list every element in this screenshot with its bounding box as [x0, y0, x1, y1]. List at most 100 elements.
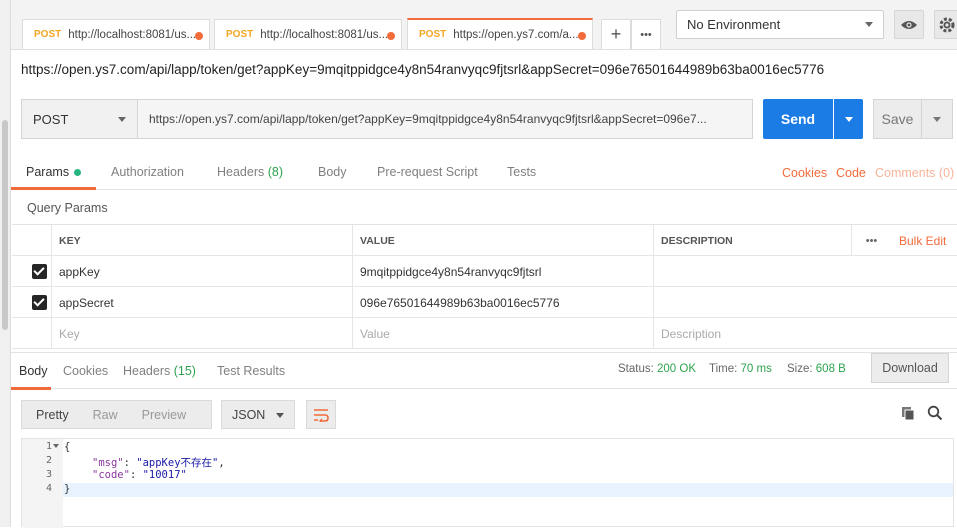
response-tab-test-results[interactable]: Test Results [217, 364, 285, 378]
response-headers-label: Headers [123, 364, 171, 378]
tab-params-label: Params [26, 165, 70, 179]
comments-link[interactable]: Comments (0) [875, 166, 954, 180]
request-tab-1[interactable]: POST http://localhost:8081/us... [22, 19, 210, 49]
query-params-title: Query Params [27, 201, 108, 215]
table-header-row: KEY VALUE DESCRIPTION ••• Bulk Edit [12, 225, 957, 256]
headers-count: (8) [267, 165, 284, 179]
size-value: 608 B [815, 363, 846, 375]
new-param-description-input[interactable]: Description [653, 318, 957, 349]
url-input[interactable]: https://open.ys7.com/api/lapp/token/get?… [138, 99, 753, 139]
chevron-down-icon [276, 413, 284, 418]
tab-prerequest-script[interactable]: Pre-request Script [377, 165, 478, 179]
environment-selected-label: No Environment [687, 17, 781, 32]
table-row: appKey 9mqitppidgce4y8n54ranvyqc9fjtsrl [12, 256, 957, 287]
send-button[interactable]: Send [763, 99, 833, 139]
eye-icon [901, 20, 917, 29]
raw-button[interactable]: Raw [93, 408, 118, 422]
response-tab-cookies[interactable]: Cookies [63, 364, 108, 378]
wrap-lines-button[interactable] [306, 400, 336, 429]
left-panel-scrollbar[interactable] [0, 0, 11, 527]
copy-icon [902, 407, 915, 421]
tab-method: POST [226, 29, 254, 40]
tab-authorization[interactable]: Authorization [111, 165, 184, 179]
scrollbar-thumb[interactable] [2, 120, 8, 330]
param-enabled-checkbox[interactable] [32, 295, 47, 310]
fold-caret-icon[interactable] [53, 444, 59, 448]
chevron-down-icon [865, 22, 873, 27]
tab-options-button[interactable]: ••• [631, 19, 661, 49]
unsaved-dot-icon [387, 32, 395, 40]
save-options-button[interactable] [921, 99, 953, 139]
code-line-4: } [64, 483, 71, 495]
param-value-cell[interactable]: 9mqitppidgce4y8n54ranvyqc9fjtsrl [352, 256, 654, 287]
search-icon [927, 405, 943, 421]
gear-icon [939, 17, 955, 32]
format-type-select[interactable]: JSON [221, 400, 295, 429]
line-number: 1 [45, 441, 52, 452]
response-tab-body[interactable]: Body [19, 364, 48, 378]
param-key-cell[interactable]: appKey [51, 256, 353, 287]
request-tab-3-active[interactable]: POST https://open.ys7.com/a... [407, 18, 593, 49]
request-tab-2[interactable]: POST http://localhost:8081/us... [214, 19, 402, 49]
environment-quick-look-button[interactable] [894, 10, 924, 39]
method-label: POST [33, 111, 69, 127]
new-tab-button[interactable]: + [601, 19, 631, 49]
environment-select[interactable]: No Environment [676, 10, 884, 39]
json-key: "code" [92, 469, 130, 481]
code-link[interactable]: Code [836, 166, 866, 180]
active-tab-indicator [11, 187, 96, 190]
code-line-1: { [64, 441, 71, 453]
response-format-group: Pretty Raw Preview [21, 400, 212, 429]
tab-headers-label: Headers [217, 165, 265, 179]
response-tab-headers[interactable]: Headers (15) [123, 364, 196, 378]
table-row-new: Key Value Description [12, 318, 957, 349]
status-label: Status: [618, 363, 654, 375]
tab-url: https://open.ys7.com/a... [453, 28, 579, 41]
chevron-down-icon [844, 116, 853, 122]
response-status: Status: 200 OK [618, 363, 696, 375]
cookies-link[interactable]: Cookies [782, 166, 827, 180]
download-button[interactable]: Download [871, 353, 949, 383]
tab-tests[interactable]: Tests [507, 165, 536, 179]
copy-response-button[interactable] [901, 406, 916, 424]
new-param-key-input[interactable]: Key [51, 318, 353, 349]
column-header-key: KEY [51, 225, 353, 256]
search-response-button[interactable] [927, 405, 943, 424]
tab-params[interactable]: Params [26, 165, 82, 179]
response-size: Size: 608 B [787, 363, 846, 375]
time-value: 70 ms [740, 363, 772, 375]
bulk-edit-link[interactable]: Bulk Edit [892, 225, 957, 256]
param-description-cell[interactable] [653, 287, 957, 318]
request-title[interactable]: https://open.ys7.com/api/lapp/token/get?… [21, 62, 824, 77]
new-param-value-input[interactable]: Value [352, 318, 654, 349]
tab-body[interactable]: Body [318, 165, 347, 179]
size-label: Size: [787, 363, 813, 375]
json-string: "appKey不存在" [136, 457, 219, 469]
time-label: Time: [709, 363, 738, 375]
code-line-3: "code": "10017" [92, 469, 187, 481]
response-body-editor[interactable]: 1 2 3 4 { "msg": "appKey不存在", "code": "1… [21, 438, 954, 528]
send-options-button[interactable] [834, 99, 863, 139]
query-params-table: KEY VALUE DESCRIPTION ••• Bulk Edit appK… [12, 224, 957, 349]
param-value-cell[interactable]: 096e76501644989b63ba0016ec5776 [352, 287, 654, 318]
param-key-cell[interactable]: appSecret [51, 287, 353, 318]
pretty-button[interactable]: Pretty [36, 408, 69, 422]
format-type-label: JSON [232, 407, 266, 422]
manage-environments-button[interactable] [934, 10, 957, 39]
param-enabled-checkbox[interactable] [32, 264, 47, 279]
chevron-down-icon [933, 116, 941, 122]
more-dots-icon: ••• [640, 28, 652, 41]
http-method-select[interactable]: POST [21, 99, 138, 139]
save-button[interactable]: Save [873, 99, 922, 139]
active-line-highlight [63, 483, 953, 497]
request-section-tabs: Params Authorization Headers (8) Body Pr… [11, 152, 957, 190]
param-description-cell[interactable] [653, 256, 957, 287]
column-options-button[interactable]: ••• [851, 225, 891, 256]
wrap-lines-icon [314, 408, 329, 422]
json-string: "10017" [142, 469, 187, 481]
plus-icon: + [610, 24, 622, 44]
column-header-description: DESCRIPTION [653, 225, 851, 256]
preview-button[interactable]: Preview [142, 408, 186, 422]
tab-headers[interactable]: Headers (8) [217, 165, 283, 179]
line-number: 3 [45, 469, 52, 480]
